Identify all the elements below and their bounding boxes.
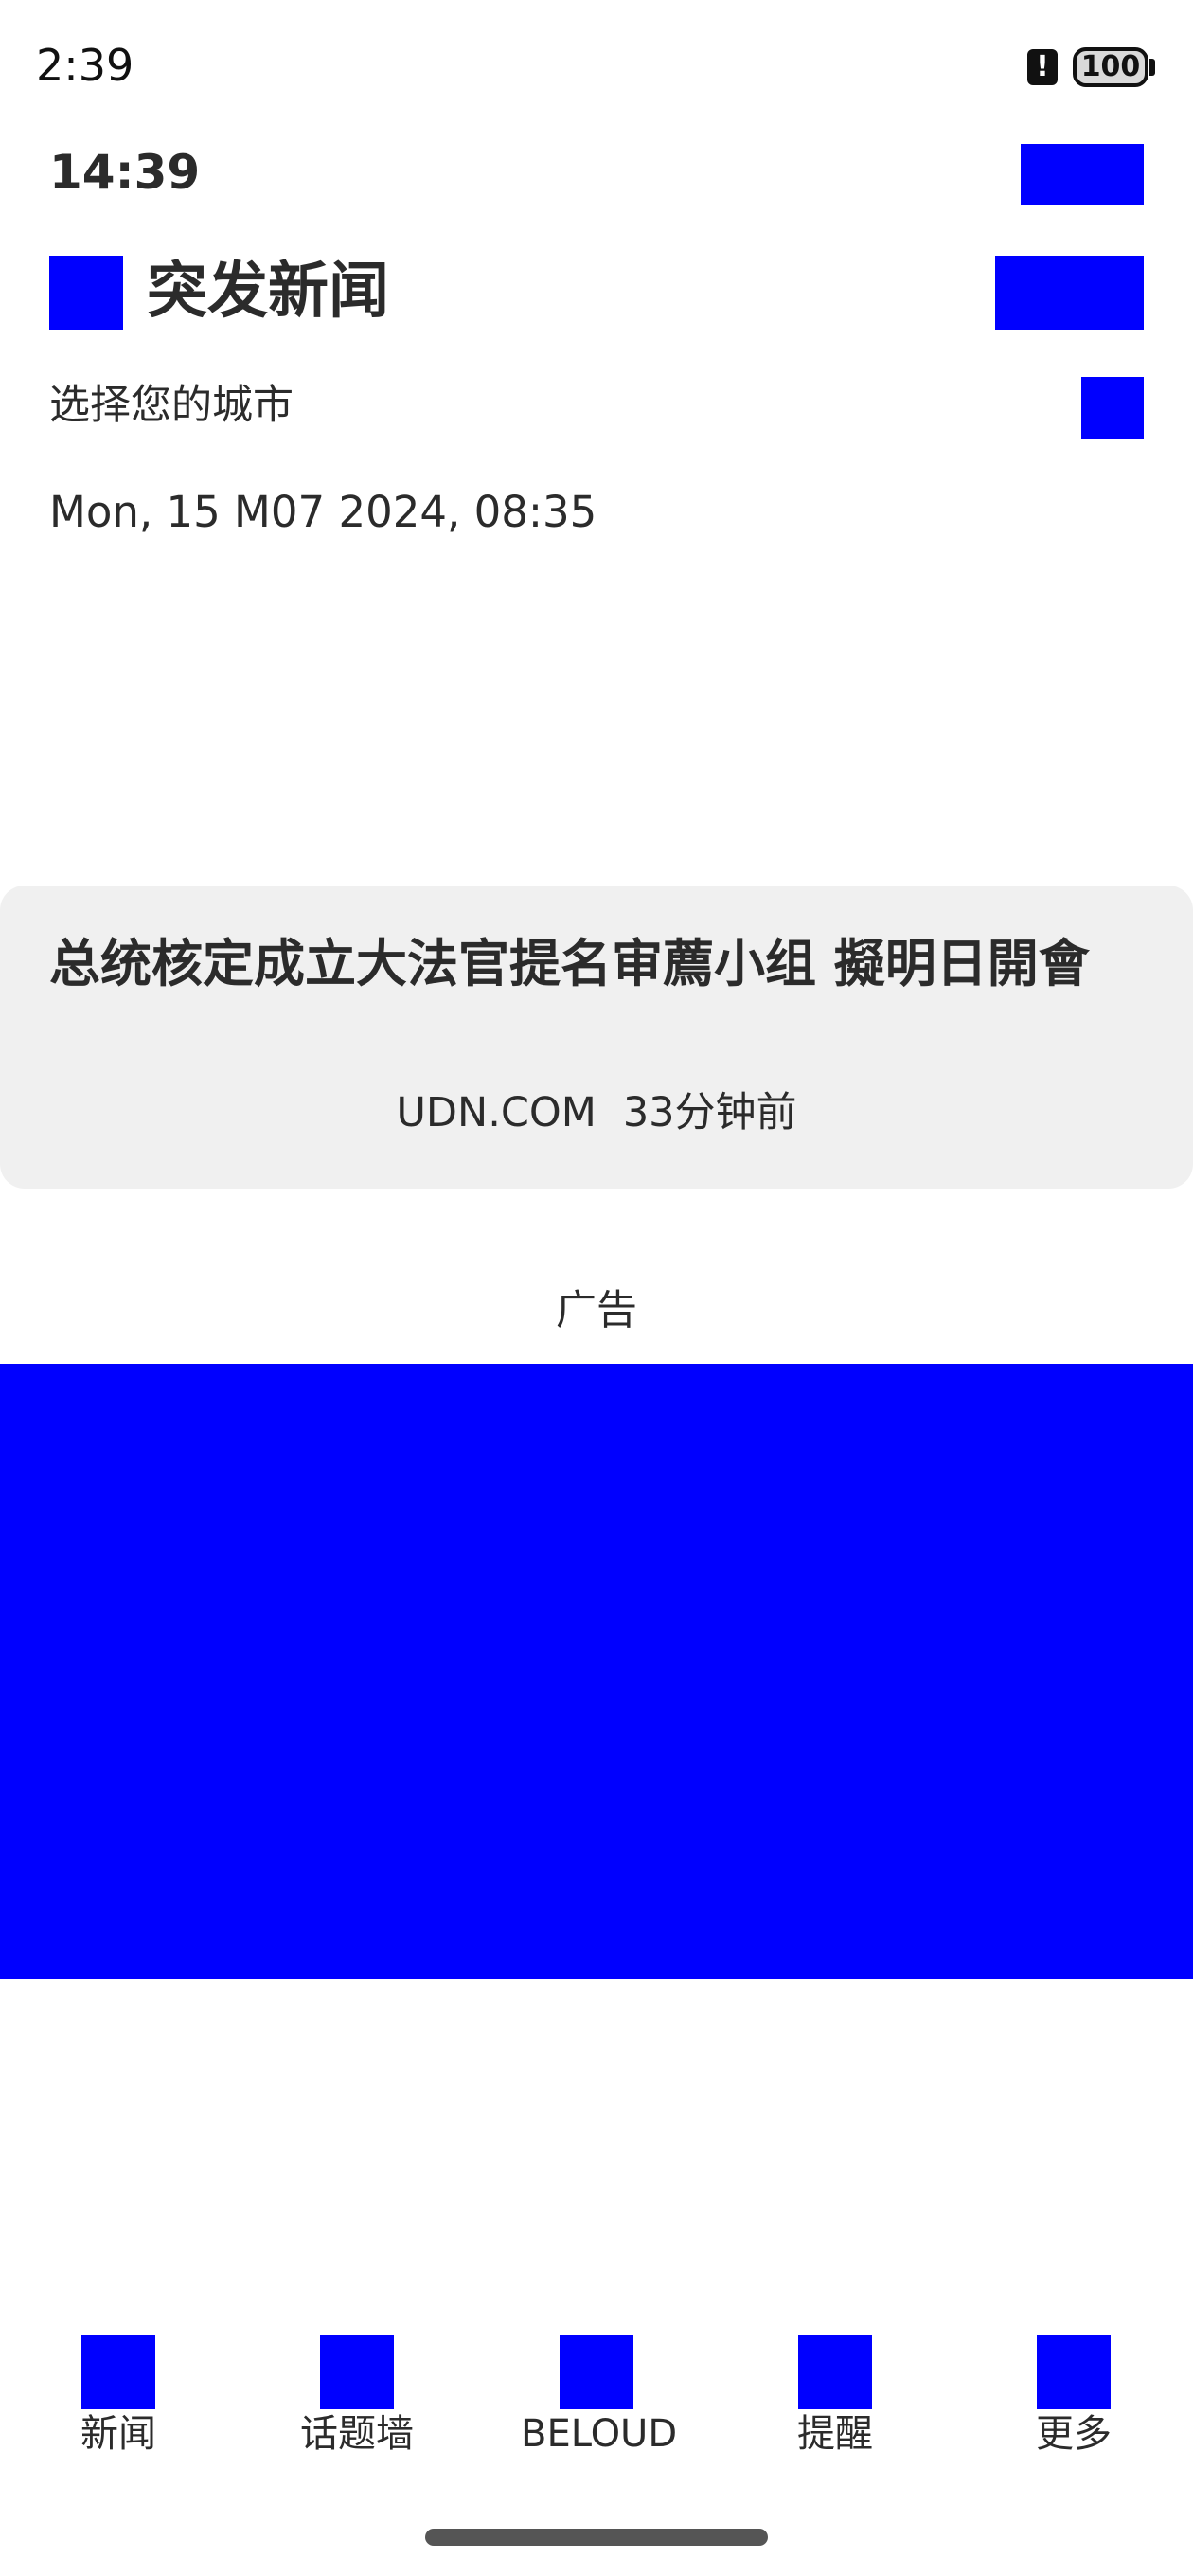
- status-bar-time: 2:39: [36, 40, 134, 91]
- city-select-icon[interactable]: [1081, 377, 1144, 439]
- ad-banner[interactable]: [0, 1364, 1193, 1979]
- nav-item-reminders[interactable]: 提醒: [759, 2335, 911, 2459]
- news-meta: UDN.COM 33分钟前: [0, 1084, 1193, 1141]
- battery-tip: [1149, 59, 1155, 76]
- date-label: Mon, 15 M07 2024, 08:35: [49, 487, 597, 537]
- header-logo-icon: [49, 256, 123, 330]
- breaking-news-card[interactable]: 总统核定成立大法官提名审薦小组 擬明日開會 UDN.COM 33分钟前: [0, 886, 1193, 1189]
- nav-label: 更多: [1036, 2412, 1112, 2456]
- news-source: UDN.COM: [396, 1089, 596, 1136]
- topic-wall-icon: [320, 2335, 394, 2409]
- news-headline: 总统核定成立大法官提名审薦小组 擬明日開會: [49, 934, 1090, 993]
- beloud-icon: [560, 2335, 633, 2409]
- ad-label: 广告: [556, 1287, 637, 1334]
- nav-label: 提醒: [797, 2412, 873, 2456]
- nav-item-beloud[interactable]: BELOUD: [521, 2335, 678, 2459]
- city-select-link[interactable]: 选择您的城市: [49, 377, 294, 434]
- reminder-icon: [798, 2335, 872, 2409]
- top-right-button[interactable]: [1021, 144, 1144, 205]
- nav-item-topic-wall[interactable]: 话题墙: [281, 2335, 433, 2459]
- home-indicator[interactable]: [425, 2529, 768, 2546]
- news-icon: [81, 2335, 155, 2409]
- header-action-button[interactable]: [995, 256, 1144, 330]
- nav-label: 话题墙: [300, 2412, 414, 2456]
- news-time-ago: 33分钟前: [622, 1089, 797, 1136]
- page-title: 突发新闻: [147, 257, 389, 327]
- nav-label: 新闻: [80, 2412, 156, 2456]
- header-clock: 14:39: [49, 145, 201, 200]
- more-icon: [1037, 2335, 1111, 2409]
- nav-item-more[interactable]: 更多: [998, 2335, 1149, 2459]
- battery-icon: 100: [1073, 47, 1148, 87]
- alert-icon: !: [1027, 49, 1058, 85]
- nav-label: BELOUD: [521, 2412, 678, 2456]
- nav-item-news[interactable]: 新闻: [43, 2335, 194, 2459]
